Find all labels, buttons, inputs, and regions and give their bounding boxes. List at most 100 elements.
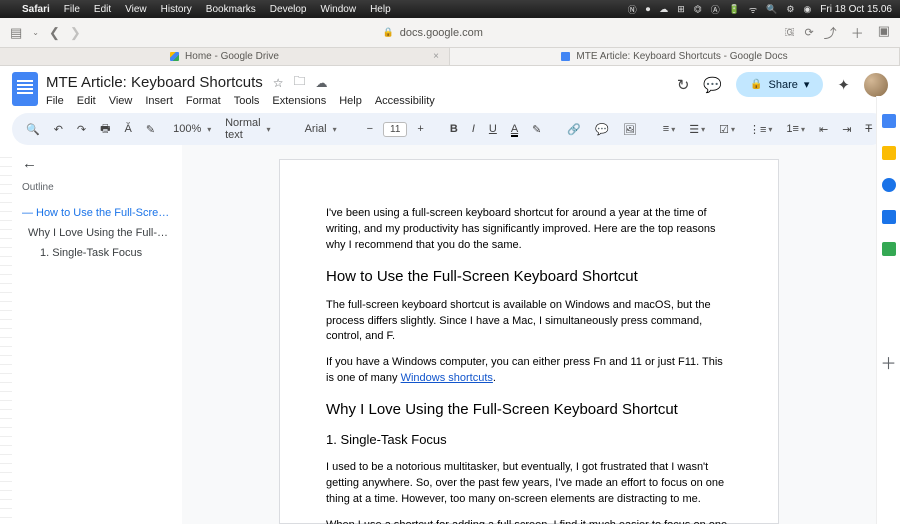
increase-font-icon[interactable]: + bbox=[413, 120, 427, 138]
decrease-indent-icon[interactable]: ⇤ bbox=[815, 120, 832, 139]
docs-menu-view[interactable]: View bbox=[109, 95, 133, 107]
tab-docs[interactable]: MTE Article: Keyboard Shortcuts - Google… bbox=[450, 48, 900, 65]
spellcheck-icon[interactable]: Ă bbox=[121, 120, 136, 138]
outline-item[interactable]: Why I Love Using the Full-Screen... bbox=[22, 223, 174, 243]
heading[interactable]: How to Use the Full-Screen Keyboard Shor… bbox=[326, 266, 732, 288]
line-spacing-icon[interactable]: ☰▾ bbox=[685, 120, 709, 139]
status-icon[interactable]: ⊞ bbox=[677, 4, 685, 15]
close-tab-icon[interactable]: × bbox=[433, 51, 439, 62]
body-paragraph[interactable]: When I use a shortcut for adding a full … bbox=[326, 518, 732, 524]
docs-menu-extensions[interactable]: Extensions bbox=[272, 95, 326, 107]
bulleted-list-icon[interactable]: ⋮≡▾ bbox=[745, 120, 776, 139]
body-paragraph[interactable]: The full-screen keyboard shortcut is ava… bbox=[326, 298, 732, 346]
heading[interactable]: Why I Love Using the Full-Screen Keyboar… bbox=[326, 399, 732, 421]
docs-logo-icon[interactable] bbox=[12, 72, 38, 106]
status-icon[interactable]: ⏺ bbox=[646, 4, 651, 15]
docs-menu-tools[interactable]: Tools bbox=[234, 95, 260, 107]
align-icon[interactable]: ≡▾ bbox=[659, 120, 679, 138]
wifi-icon[interactable]: ᯤ bbox=[749, 3, 757, 16]
address-bar[interactable]: 🔒 docs.google.com bbox=[91, 27, 775, 39]
increase-indent-icon[interactable]: ⇥ bbox=[838, 120, 855, 139]
back-button[interactable]: ❮ bbox=[49, 25, 60, 41]
cloud-status-icon[interactable]: ☁ bbox=[316, 76, 328, 90]
docs-menu-help[interactable]: Help bbox=[339, 95, 362, 107]
menu-history[interactable]: History bbox=[161, 4, 192, 15]
status-icon[interactable]: Ⓝ bbox=[628, 3, 637, 16]
link-windows-shortcuts[interactable]: Windows shortcuts bbox=[401, 372, 493, 384]
underline-icon[interactable]: U bbox=[485, 120, 501, 138]
page-canvas[interactable]: I've been using a full-screen keyboard s… bbox=[182, 145, 876, 524]
italic-icon[interactable]: I bbox=[468, 120, 479, 138]
insert-image-icon[interactable]: 🖼 bbox=[619, 120, 641, 139]
docs-menu-file[interactable]: File bbox=[46, 95, 64, 107]
new-tab-icon[interactable]: ＋ bbox=[851, 23, 864, 42]
clock[interactable]: Fri 18 Oct 15.06 bbox=[820, 4, 892, 15]
bold-icon[interactable]: B bbox=[446, 120, 462, 138]
control-center-icon[interactable]: ⚙ bbox=[786, 4, 794, 15]
share-button[interactable]: 🔒 Share ▾ bbox=[736, 72, 823, 97]
tasks-icon[interactable] bbox=[882, 178, 896, 192]
star-icon[interactable]: ☆ bbox=[273, 76, 284, 90]
move-icon[interactable]: 🗀 bbox=[294, 72, 306, 93]
text-color-icon[interactable]: A bbox=[507, 120, 522, 138]
checklist-icon[interactable]: ☑▾ bbox=[715, 120, 739, 139]
menu-help[interactable]: Help bbox=[370, 4, 391, 15]
account-avatar[interactable] bbox=[864, 73, 888, 97]
sidebar-toggle-icon[interactable]: ▤ bbox=[10, 25, 22, 41]
font-size-input[interactable]: 11 bbox=[383, 122, 407, 137]
status-icon[interactable]: Ⓐ bbox=[711, 3, 720, 16]
menu-safari[interactable]: Safari bbox=[22, 4, 50, 15]
print-icon[interactable]: 🖶 bbox=[96, 117, 114, 142]
body-paragraph[interactable]: I used to be a notorious multitasker, bu… bbox=[326, 460, 732, 508]
redo-icon[interactable]: ↷ bbox=[73, 120, 90, 139]
document-page[interactable]: I've been using a full-screen keyboard s… bbox=[279, 159, 779, 524]
style-select[interactable]: Normal text▾ bbox=[217, 114, 278, 144]
menu-window[interactable]: Window bbox=[321, 4, 357, 15]
body-paragraph[interactable]: If you have a Windows computer, you can … bbox=[326, 355, 732, 387]
status-icon[interactable]: ⏣ bbox=[694, 4, 702, 15]
maps-icon[interactable] bbox=[882, 242, 896, 256]
insert-link-icon[interactable]: 🔗 bbox=[563, 120, 585, 139]
tabs-icon[interactable]: ▣ bbox=[878, 23, 890, 42]
docs-menu-insert[interactable]: Insert bbox=[145, 95, 173, 107]
reload-icon[interactable]: ⟳ bbox=[804, 26, 813, 39]
decrease-font-icon[interactable]: − bbox=[363, 120, 377, 138]
dropdown-icon[interactable]: ⌄ bbox=[32, 28, 39, 37]
calendar-icon[interactable] bbox=[882, 114, 896, 128]
docs-menu-format[interactable]: Format bbox=[186, 95, 221, 107]
gemini-icon[interactable]: ✦ bbox=[837, 76, 850, 94]
translate-icon[interactable]: 🇬 bbox=[785, 26, 795, 39]
contacts-icon[interactable] bbox=[882, 210, 896, 224]
search-icon[interactable]: 🔍 bbox=[766, 4, 777, 15]
insert-comment-icon[interactable]: 💬 bbox=[591, 120, 613, 139]
outline-item[interactable]: 1. Single-Task Focus bbox=[22, 243, 174, 263]
clear-format-icon[interactable]: T bbox=[861, 120, 876, 138]
history-icon[interactable]: ↻ bbox=[677, 76, 690, 94]
docs-menu-accessibility[interactable]: Accessibility bbox=[375, 95, 435, 107]
search-menus-icon[interactable]: 🔍 bbox=[22, 120, 44, 139]
numbered-list-icon[interactable]: 1≡▾ bbox=[782, 120, 809, 138]
menu-develop[interactable]: Develop bbox=[270, 4, 307, 15]
menu-bookmarks[interactable]: Bookmarks bbox=[206, 4, 256, 15]
add-addon-icon[interactable]: ＋ bbox=[880, 350, 896, 374]
comments-icon[interactable]: 💬 bbox=[703, 76, 722, 94]
font-select[interactable]: Arial▾ bbox=[297, 120, 345, 138]
battery-icon[interactable]: 🔋 bbox=[729, 4, 740, 15]
undo-icon[interactable]: ↶ bbox=[50, 120, 67, 139]
menu-view[interactable]: View bbox=[125, 4, 147, 15]
outline-item[interactable]: How to Use the Full-Screen Keyb... bbox=[22, 203, 174, 223]
status-icon[interactable]: ☁ bbox=[659, 4, 668, 15]
body-paragraph[interactable]: I've been using a full-screen keyboard s… bbox=[326, 206, 732, 254]
document-title[interactable]: MTE Article: Keyboard Shortcuts bbox=[46, 74, 263, 91]
docs-menu-edit[interactable]: Edit bbox=[77, 95, 96, 107]
highlight-icon[interactable]: ✎ bbox=[528, 120, 545, 139]
zoom-select[interactable]: 100%▾ bbox=[165, 120, 199, 138]
menu-file[interactable]: File bbox=[64, 4, 80, 15]
tab-drive[interactable]: Home - Google Drive × bbox=[0, 48, 450, 65]
menu-edit[interactable]: Edit bbox=[94, 4, 111, 15]
siri-icon[interactable]: ◉ bbox=[803, 4, 811, 15]
keep-icon[interactable] bbox=[882, 146, 896, 160]
subheading[interactable]: 1. Single-Task Focus bbox=[326, 431, 732, 450]
share-icon[interactable]: ⤴ bbox=[824, 23, 837, 42]
paint-format-icon[interactable]: ✎ bbox=[142, 120, 159, 139]
